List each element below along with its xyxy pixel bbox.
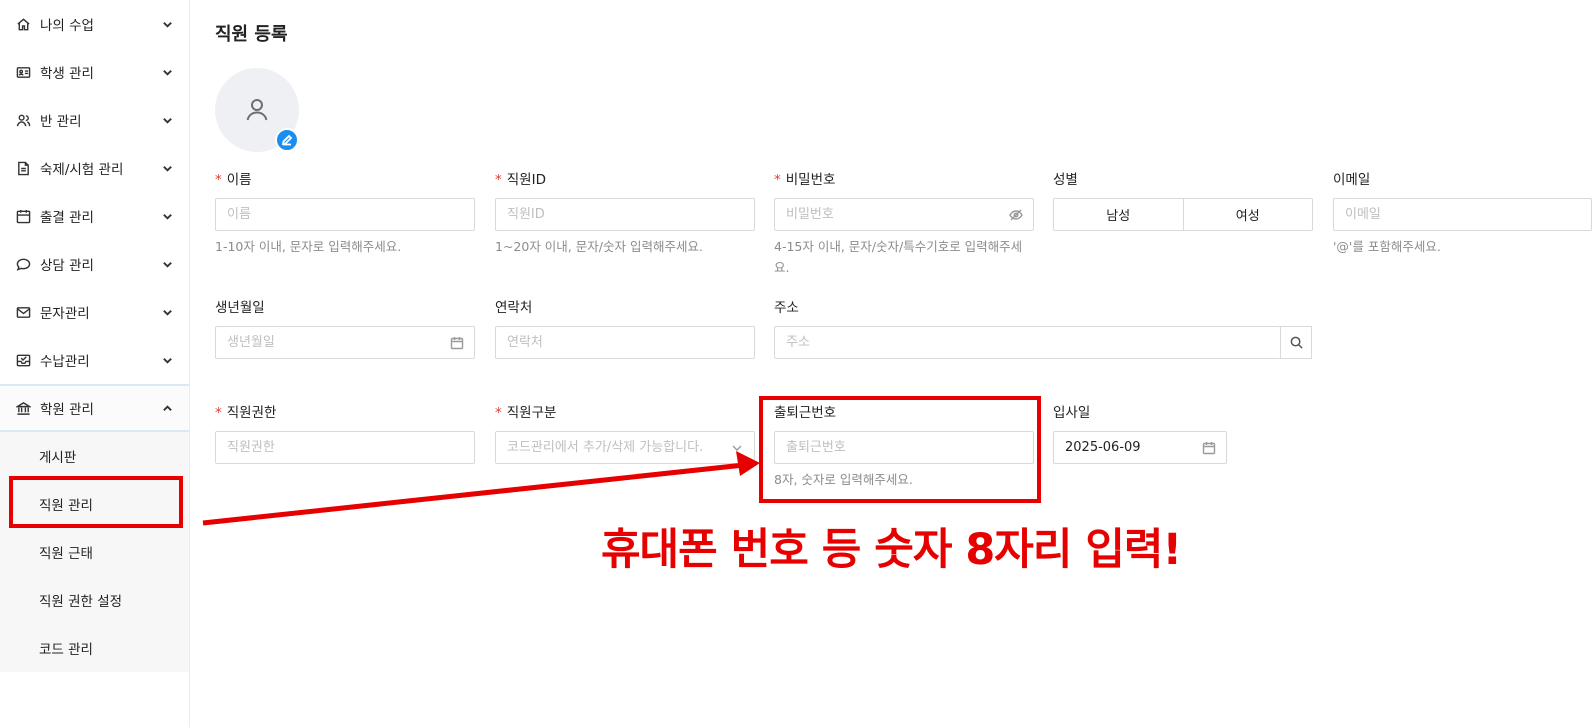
sidebar-item-classes[interactable]: 반 관리: [0, 96, 189, 144]
main-content: 직원 등록 *이름 1-10자 이내, 문자로 입력해주세요. *직원ID 1~…: [190, 0, 1596, 727]
name-field: *이름 1-10자 이내, 문자로 입력해주세요.: [215, 170, 475, 257]
chevron-down-icon: [161, 162, 173, 174]
app: 나의 수업 학생 관리 반 관리 숙제/시험 관리 출결 관리 상담 관리 문자…: [0, 0, 1596, 727]
email-label: 이메일: [1333, 172, 1371, 188]
email-input[interactable]: [1345, 207, 1580, 222]
role-input[interactable]: [227, 440, 463, 455]
sidebar-item-label: 학생 관리: [40, 66, 94, 82]
password-help: 4-15자 이내, 문자/숫자/특수기호로 입력해주세요.: [774, 239, 1023, 275]
submenu-item-staff-permissions[interactable]: 직원 권한 설정: [0, 576, 189, 624]
birthdate-field: 생년월일: [215, 298, 475, 359]
name-label: 이름: [226, 172, 252, 188]
sidebar-item-counseling[interactable]: 상담 관리: [0, 240, 189, 288]
sidebar-item-label: 문자관리: [40, 306, 90, 322]
avatar-edit-button[interactable]: [275, 128, 299, 152]
sidebar-item-attendance[interactable]: 출결 관리: [0, 192, 189, 240]
birthdate-input[interactable]: [227, 335, 463, 350]
search-icon: [1290, 336, 1303, 349]
gender-label: 성별: [1053, 172, 1078, 188]
join-date-label: 입사일: [1053, 405, 1091, 421]
address-search-button[interactable]: [1280, 326, 1312, 359]
sidebar-item-sms[interactable]: 문자관리: [0, 288, 189, 336]
bank-icon: [15, 400, 31, 416]
sidebar-item-label: 수납관리: [40, 354, 90, 370]
staff-id-input[interactable]: [507, 207, 743, 222]
sidebar-item-label: 나의 수업: [40, 18, 94, 34]
academy-submenu: 게시판 직원 관리 직원 근태 직원 권한 설정 코드 관리: [0, 432, 189, 672]
calendar-icon[interactable]: [450, 336, 464, 350]
sidebar-item-homework[interactable]: 숙제/시험 관리: [0, 144, 189, 192]
sidebar-item-label: 상담 관리: [40, 258, 94, 274]
inbox-icon: [15, 352, 31, 368]
sidebar-item-label: 반 관리: [40, 114, 82, 130]
sidebar-item-label: 숙제/시험 관리: [40, 162, 124, 178]
sidebar: 나의 수업 학생 관리 반 관리 숙제/시험 관리 출결 관리 상담 관리 문자…: [0, 0, 190, 727]
sidebar-item-students[interactable]: 학생 관리: [0, 48, 189, 96]
sidebar-item-academy[interactable]: 학원 관리: [0, 384, 189, 432]
address-label: 주소: [774, 300, 799, 316]
submenu-item-staff-attendance[interactable]: 직원 근태: [0, 528, 189, 576]
chevron-down-icon: [161, 354, 173, 366]
users-icon: [15, 112, 31, 128]
annotation-text: 휴대폰 번호 등 숫자 8자리 입력!: [601, 525, 1182, 575]
chevron-down-icon: [161, 258, 173, 270]
gender-toggle: 남성 여성: [1053, 198, 1313, 231]
chevron-down-icon: [161, 114, 173, 126]
chat-icon: [15, 256, 31, 272]
role-field: * 직원권한: [215, 403, 475, 464]
submenu-item-board[interactable]: 게시판: [0, 432, 189, 480]
join-date-input[interactable]: [1065, 440, 1215, 455]
chevron-down-icon: [161, 210, 173, 222]
name-input[interactable]: [227, 207, 463, 222]
category-field: * 직원구분: [495, 403, 755, 464]
pencil-icon: [281, 134, 293, 146]
home-icon: [15, 16, 31, 32]
password-input[interactable]: [786, 207, 1022, 222]
join-date-field: 입사일: [1053, 403, 1227, 464]
category-input[interactable]: [507, 440, 743, 455]
chevron-up-icon: [161, 402, 173, 414]
password-label: 비밀번호: [785, 172, 836, 188]
sidebar-item-payment[interactable]: 수납관리: [0, 336, 189, 384]
chevron-down-icon: [161, 18, 173, 30]
annotation-box-staff-management: [9, 476, 183, 528]
chevron-down-icon: [730, 441, 744, 455]
annotation-box-attendance-number: [759, 396, 1041, 503]
chevron-down-icon: [161, 66, 173, 78]
contact-field: 연락처: [495, 298, 755, 359]
mail-icon: [15, 304, 31, 320]
staff-id-field: *직원ID 1~20자 이내, 문자/숫자 입력해주세요.: [495, 170, 755, 257]
birthdate-label: 생년월일: [215, 300, 265, 316]
contact-input[interactable]: [507, 335, 743, 350]
password-field: * 비밀번호 4-15자 이내, 문자/숫자/특수기호로 입력해주세요.: [774, 170, 1034, 278]
staff-id-help: 1~20자 이내, 문자/숫자 입력해주세요.: [495, 239, 703, 254]
contact-label: 연락처: [495, 300, 533, 316]
gender-male-button[interactable]: 남성: [1054, 199, 1183, 230]
address-input[interactable]: [786, 335, 1269, 350]
name-help: 1-10자 이내, 문자로 입력해주세요.: [215, 239, 402, 254]
email-field: 이메일 '@'를 포함해주세요.: [1333, 170, 1592, 257]
submenu-item-code-management[interactable]: 코드 관리: [0, 624, 189, 672]
sidebar-item-label: 학원 관리: [40, 402, 94, 418]
staff-id-label: 직원ID: [506, 172, 546, 188]
user-icon: [246, 99, 268, 121]
id-card-icon: [15, 64, 31, 80]
sidebar-item-label: 출결 관리: [40, 210, 94, 226]
email-help: '@'를 포함해주세요.: [1333, 239, 1441, 254]
calendar-icon: [15, 208, 31, 224]
gender-female-button[interactable]: 여성: [1182, 199, 1312, 230]
eye-off-icon[interactable]: [1009, 208, 1023, 222]
gender-field: 성별 남성 여성: [1053, 170, 1313, 231]
category-select[interactable]: [495, 431, 755, 464]
category-label: 직원구분: [506, 405, 557, 421]
calendar-icon[interactable]: [1202, 441, 1216, 455]
address-field: 주소: [774, 298, 1312, 359]
chevron-down-icon: [161, 306, 173, 318]
page-title: 직원 등록: [215, 24, 288, 45]
sidebar-item-my-class[interactable]: 나의 수업: [0, 0, 189, 48]
document-icon: [15, 160, 31, 176]
role-label: 직원권한: [226, 405, 277, 421]
